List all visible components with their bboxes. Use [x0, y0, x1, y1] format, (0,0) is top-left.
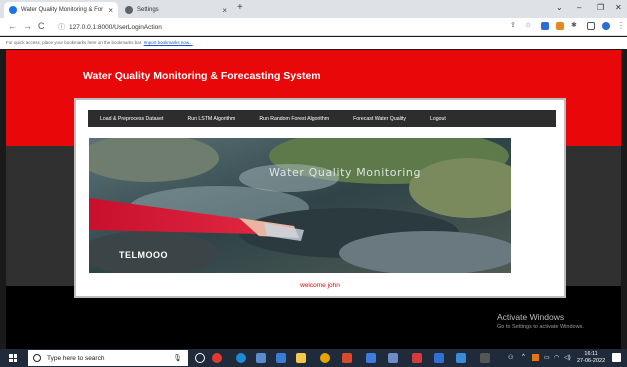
bookmarks-bar: For quick access, place your bookmarks h… [0, 37, 627, 49]
banner-logo: TELMOOO [119, 250, 168, 260]
extension-fox-icon[interactable] [556, 22, 564, 30]
app-favicon-icon [9, 6, 17, 14]
notification-icon[interactable] [612, 353, 621, 362]
battery-icon[interactable]: ▭ [544, 354, 550, 361]
url-text: 127.0.0.1:8000/UserLoginAction [69, 23, 162, 31]
menu-forecast[interactable]: Forecast Water Quality [353, 116, 406, 122]
share-icon[interactable]: ⇪ [510, 21, 516, 29]
windows-start-icon[interactable] [9, 354, 17, 362]
clock-time: 16:11 [584, 351, 598, 357]
side-panel-icon[interactable] [587, 22, 595, 30]
close-tab-icon[interactable]: × [222, 6, 227, 15]
activate-windows-title: Activate Windows [497, 312, 565, 322]
site-info-icon[interactable]: ⓘ [58, 22, 65, 32]
browser-menu-icon[interactable]: ⋮ [617, 21, 625, 30]
app-icon[interactable] [212, 353, 222, 363]
nav-menu: Load & Preprocess Dataset Run LSTM Algor… [88, 110, 556, 127]
tab-water-quality[interactable]: Water Quality Monitoring & For × [4, 2, 118, 18]
web-page: Water Quality Monitoring & Forecasting S… [6, 50, 621, 349]
app-icon[interactable] [388, 353, 398, 363]
app-icon[interactable] [276, 353, 286, 363]
site-title: Water Quality Monitoring & Forecasting S… [83, 70, 321, 82]
search-icon [33, 354, 41, 362]
menu-logout[interactable]: Logout [430, 116, 446, 122]
bookmarks-hint: For quick access, place your bookmarks h… [6, 40, 143, 45]
gear-icon [125, 6, 133, 14]
clock-date: 27-06-2022 [577, 358, 606, 364]
app-icon[interactable] [412, 353, 422, 363]
extensions-puzzle-icon[interactable]: ✱ [571, 21, 577, 29]
wifi-icon[interactable]: ◠ [554, 354, 559, 361]
windows-taskbar: Type here to search 🎙 ⚇ ^ ▭ ◠ ◁) 16:11 2… [0, 349, 627, 367]
content-card: Load & Preprocess Dataset Run LSTM Algor… [74, 98, 566, 298]
welcome-message: welcome john [300, 282, 340, 289]
app-icon[interactable] [480, 353, 490, 363]
new-tab-button[interactable]: + [237, 2, 243, 13]
menu-run-lstm[interactable]: Run LSTM Algorithm [187, 116, 235, 122]
profile-avatar[interactable] [602, 22, 610, 30]
tab-settings[interactable]: Settings × [120, 2, 232, 18]
edge-icon[interactable] [236, 353, 246, 363]
microphone-icon[interactable]: 🎙 [173, 354, 182, 362]
extension-shield-icon[interactable] [541, 22, 549, 30]
taskbar-search-box[interactable]: Type here to search 🎙 [28, 350, 188, 366]
app-icon[interactable] [366, 353, 376, 363]
maximize-button[interactable]: ❐ [597, 3, 604, 12]
close-window-button[interactable]: ✕ [615, 3, 622, 12]
close-tab-icon[interactable]: × [108, 6, 113, 15]
reload-icon[interactable]: C [38, 21, 45, 31]
store-icon[interactable] [256, 353, 266, 363]
app-icon[interactable] [342, 353, 352, 363]
bookmark-star-icon[interactable]: ☆ [525, 21, 531, 29]
tab-search-icon[interactable]: ⌄ [556, 3, 563, 12]
banner-caption: Water Quality Monitoring [269, 166, 422, 179]
app-icon[interactable] [434, 353, 444, 363]
tab-title: Settings [137, 7, 159, 13]
back-icon[interactable]: ← [8, 21, 17, 31]
banner-image: Water Quality Monitoring TELMOOO [89, 138, 511, 273]
file-explorer-icon[interactable] [296, 353, 306, 363]
import-bookmarks-link[interactable]: Import bookmarks now... [144, 40, 193, 45]
task-view-icon[interactable] [195, 353, 205, 363]
tray-app-icon[interactable] [532, 354, 539, 361]
forward-icon[interactable]: → [23, 21, 32, 31]
app-icon[interactable] [456, 353, 466, 363]
chrome-icon[interactable] [320, 353, 330, 363]
search-placeholder: Type here to search [47, 354, 105, 362]
volume-icon[interactable]: ◁) [564, 354, 571, 361]
menu-load-dataset[interactable]: Load & Preprocess Dataset [100, 116, 163, 122]
minimize-button[interactable]: – [577, 3, 581, 12]
menu-run-random-forest[interactable]: Run Random Forest Algorithm [259, 116, 329, 122]
taskbar-clock[interactable]: 16:11 27-06-2022 [577, 351, 605, 365]
address-bar: ← → C ⓘ 127.0.0.1:8000/UserLoginAction ⇪… [0, 18, 627, 36]
url-field[interactable]: ⓘ 127.0.0.1:8000/UserLoginAction [58, 21, 498, 33]
people-icon[interactable]: ⚇ [508, 354, 513, 361]
tab-title: Water Quality Monitoring & For [21, 7, 104, 13]
show-hidden-icons[interactable]: ^ [522, 354, 525, 360]
browser-tab-strip: Water Quality Monitoring & For × Setting… [0, 0, 627, 18]
activate-windows-subtitle: Go to Settings to activate Windows. [497, 324, 584, 330]
